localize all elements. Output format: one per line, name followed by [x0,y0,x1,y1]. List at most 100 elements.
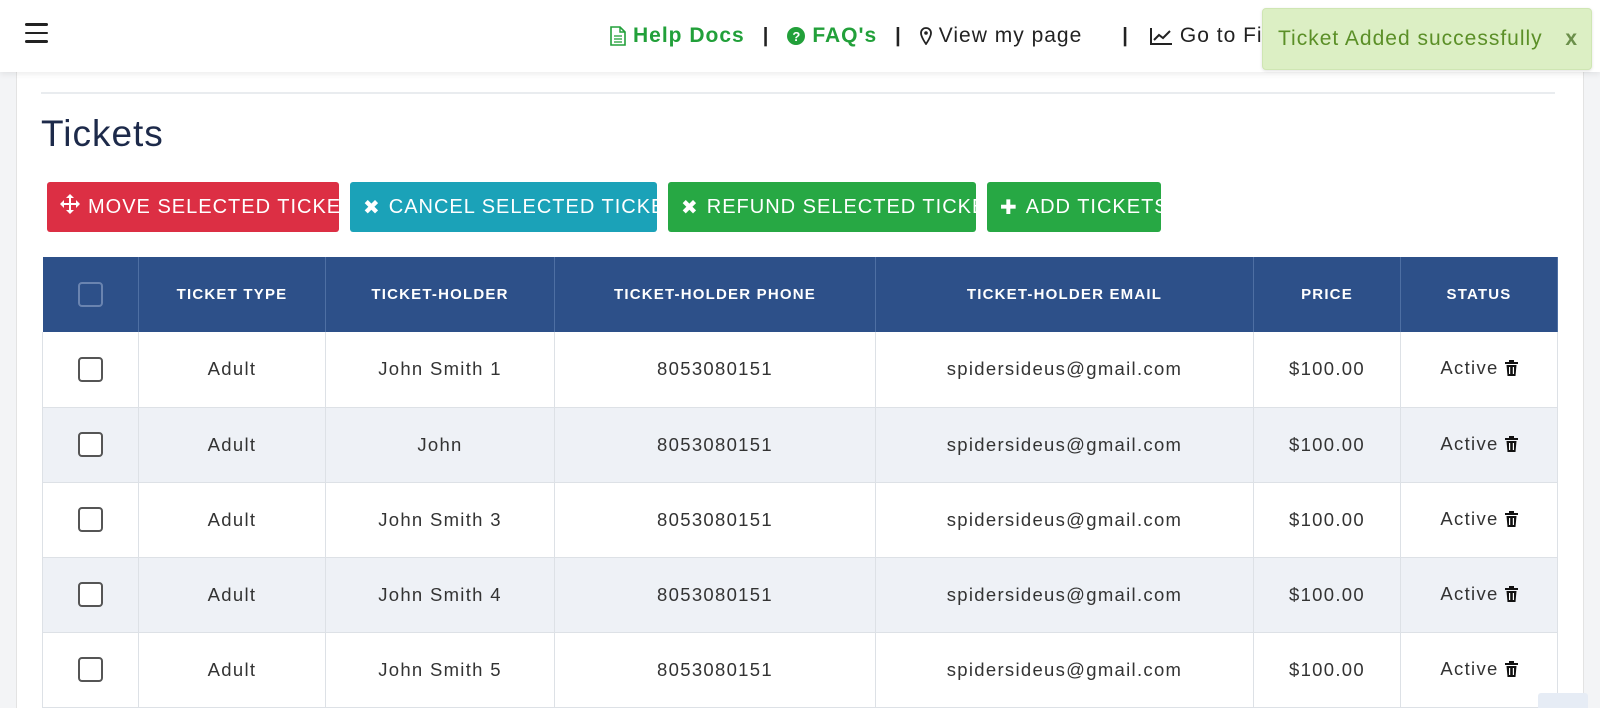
add-label: ADD TICKETS [1025,195,1169,218]
phone-cell: 8053080151 [554,557,876,633]
table-header-row: TICKET TYPE TICKET-HOLDER TICKET-HOLDER … [42,257,1558,332]
move-label: MOVE SELECTED TICKETS [88,195,369,218]
trash-icon[interactable] [1504,585,1518,607]
line-chart-icon [1149,27,1173,46]
phone-cell: 8053080151 [554,632,876,708]
status-label: Active [1440,657,1499,679]
row-checkbox[interactable] [78,507,103,532]
status-label: Active [1440,432,1499,454]
toast-message: Ticket Added successfully [1278,27,1543,50]
map-marker-icon [919,27,932,45]
row-select-cell [42,632,139,708]
nav-separator: | [762,24,770,47]
ticket-type-cell: Adult [138,632,326,708]
row-checkbox[interactable] [78,432,103,457]
cancel-label: CANCEL SELECTED TICKETS [388,195,693,218]
action-buttons: MOVE SELECTED TICKETS ✖ CANCEL SELECTED … [47,182,1168,232]
status-cell: Active [1400,557,1558,633]
ticket-type-cell: Adult [138,407,326,483]
select-all-header [42,257,139,332]
ticket-type-cell: Adult [138,557,326,633]
view-my-page-link[interactable]: View my page [919,24,1083,48]
faqs-link[interactable]: ? FAQ's [787,24,877,48]
table-row: Adult John Smith 5 8053080151 spiderside… [42,632,1558,708]
email-cell: spidersideus@gmail.com [875,332,1254,408]
ticket-holder-cell: John Smith 5 [325,632,555,708]
phone-cell: 8053080151 [554,332,876,408]
status-label: Active [1440,507,1499,529]
row-checkbox[interactable] [78,356,103,382]
row-select-cell [42,482,139,558]
ticket-holder-cell: John Smith 1 [325,332,555,408]
column-header-price[interactable]: PRICE [1253,257,1401,332]
faqs-label: FAQ's [812,24,878,47]
ticket-type-cell: Adult [138,332,326,408]
tickets-table: TICKET TYPE TICKET-HOLDER TICKET-HOLDER … [42,257,1558,708]
refund-label: REFUND SELECTED TICKETS [706,195,1014,218]
refund-selected-tickets-button[interactable]: ✖ REFUND SELECTED TICKETS [668,182,1013,232]
status-cell: Active [1400,332,1558,408]
price-cell: $100.00 [1253,557,1401,633]
plus-icon: ✚ [1000,196,1018,219]
help-docs-link[interactable]: Help Docs [610,24,745,48]
document-icon [610,26,626,46]
column-header-status[interactable]: STATUS [1400,257,1558,332]
email-cell: spidersideus@gmail.com [875,407,1254,483]
add-tickets-button[interactable]: ✚ ADD TICKETS [987,182,1168,232]
column-header-phone[interactable]: TICKET-HOLDER PHONE [554,257,876,332]
move-selected-tickets-button[interactable]: MOVE SELECTED TICKETS [47,182,368,232]
view-my-page-label: View my page [938,24,1083,47]
go-to-fis-link[interactable]: Go to Fis [1149,24,1274,48]
row-select-cell [42,407,139,483]
table-row: Adult John Smith 3 8053080151 spiderside… [42,482,1558,558]
go-to-fis-label: Go to Fis [1179,24,1275,47]
column-header-email[interactable]: TICKET-HOLDER EMAIL [875,257,1254,332]
trash-icon[interactable] [1504,660,1518,682]
nav-links: Help Docs | ? FAQ's | View my page | Go … [610,22,1274,50]
price-cell: $100.00 [1253,632,1401,708]
status-label: Active [1440,357,1499,379]
email-cell: spidersideus@gmail.com [875,557,1254,633]
select-all-checkbox[interactable] [77,282,103,307]
row-checkbox[interactable] [78,657,103,682]
status-cell: Active [1400,482,1558,558]
column-header-ticket-holder[interactable]: TICKET-HOLDER [325,257,555,332]
x-icon: ✖ [681,196,699,219]
price-cell: $100.00 [1253,407,1401,483]
arrows-move-icon [60,194,80,220]
help-docs-label: Help Docs [633,24,745,47]
nav-separator: | [1122,24,1129,47]
trash-icon[interactable] [1504,359,1518,381]
phone-cell: 8053080151 [554,482,876,558]
phone-cell: 8053080151 [554,407,876,483]
scroll-to-top-button[interactable] [1538,693,1588,708]
row-checkbox[interactable] [78,582,103,607]
email-cell: spidersideus@gmail.com [875,632,1254,708]
price-cell: $100.00 [1253,482,1401,558]
success-toast: Ticket Added successfully x [1262,8,1592,70]
status-label: Active [1440,582,1499,604]
table-row: Adult John Smith 4 8053080151 spiderside… [42,557,1558,633]
row-select-cell [42,557,139,633]
nav-separator: | [895,24,902,47]
divider [41,92,1555,94]
page-title: Tickets [41,113,164,154]
price-cell: $100.00 [1253,332,1401,408]
toast-close-button[interactable]: x [1565,27,1577,51]
row-select-cell [42,332,139,408]
trash-icon[interactable] [1504,435,1518,457]
table-row: Adult John 8053080151 spidersideus@gmail… [42,407,1558,483]
cancel-selected-tickets-button[interactable]: ✖ CANCEL SELECTED TICKETS [350,182,692,232]
status-cell: Active [1400,407,1558,483]
ticket-holder-cell: John Smith 4 [325,557,555,633]
status-cell: Active [1400,632,1558,708]
x-icon: ✖ [363,196,381,219]
ticket-holder-cell: John [325,407,555,483]
ticket-type-cell: Adult [138,482,326,558]
hamburger-menu-icon[interactable] [25,23,48,43]
question-circle-icon: ? [787,27,806,45]
table-row: Adult John Smith 1 8053080151 spiderside… [42,332,1558,408]
trash-icon[interactable] [1504,510,1518,532]
email-cell: spidersideus@gmail.com [875,482,1254,558]
column-header-ticket-type[interactable]: TICKET TYPE [138,257,326,332]
